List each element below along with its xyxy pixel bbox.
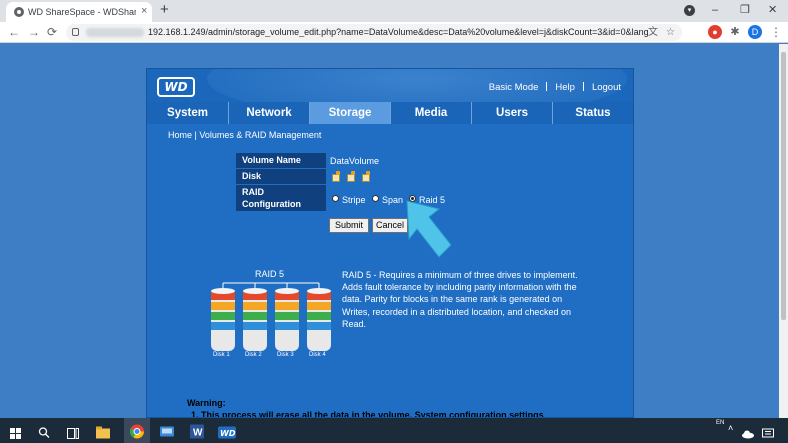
browser-tab-strip: WD ShareSpace - WDShareSpace × + ▾ – ❐ ✕ [0,0,788,22]
header-links: Basic Mode Help Logout [489,82,621,93]
url-text[interactable]: 192.168.1.249/admin/storage_volume_edit.… [148,27,648,37]
scrollbar-thumb[interactable] [781,52,786,320]
browser-toolbar: ← → ⟳ 192.168.1.249/admin/storage_volume… [0,22,788,43]
disk-cylinder [275,288,299,351]
stripe-option-label[interactable]: Stripe [342,195,366,205]
browser-menu-icon[interactable]: ⋮ [770,24,782,40]
minimize-button[interactable]: – [712,2,718,18]
disk-label: Disk [236,169,326,185]
disk-caption: Disk 1 [213,352,230,358]
basic-mode-link[interactable]: Basic Mode [489,82,539,93]
blurred-hostname [86,28,144,37]
tab-storage[interactable]: Storage [310,102,391,124]
raid-label-line: RAID [242,187,264,197]
warning-item: 1. This process will erase all the data … [191,410,544,418]
disk-caption: Disk 3 [277,352,294,358]
pointer-arrow-icon [406,200,452,258]
disk-icon [332,171,340,182]
disk-cylinder [211,288,235,351]
notification-icon[interactable] [762,425,774,442]
raid-config-label: RAID Configuration [236,185,326,212]
chrome-icon[interactable] [130,423,144,440]
address-bar[interactable]: 192.168.1.249/admin/storage_volume_edit.… [66,24,682,41]
tab-title: WD ShareSpace - WDShareSpace [28,7,136,17]
warning-title: Warning: [187,398,226,408]
tab-close-icon[interactable]: × [141,5,147,17]
onedrive-cloud-icon[interactable] [742,426,754,443]
forward-button[interactable]: → [28,24,40,40]
volume-name-label: Volume Name [236,153,326,169]
adblock-extension-icon[interactable]: ● [708,25,722,39]
raid-label-line: Configuration [242,198,301,209]
messaging-app-icon[interactable] [160,424,174,441]
new-tab-button[interactable]: + [160,1,169,19]
volume-name-value: DataVolume [330,156,380,166]
disk-caption: Disk 2 [245,352,262,358]
tab-media[interactable]: Media [391,102,472,124]
breadcrumb[interactable]: Home | Volumes & RAID Management [168,130,321,140]
tray-chevron-icon[interactable]: ˄ [728,423,733,433]
globe-icon [14,7,24,17]
browser-tab[interactable]: WD ShareSpace - WDShareSpace × [6,2,152,22]
tab-status[interactable]: Status [553,102,633,124]
tab-system[interactable]: System [147,102,229,124]
disk-icon [362,171,370,182]
main-nav: System Network Storage Media Users Statu… [147,102,633,124]
stripe-radio[interactable] [332,195,339,202]
tab-search-icon[interactable]: ▾ [684,5,695,16]
lock-icon[interactable] [72,28,79,36]
disk-cylinder [307,288,331,351]
wd-app-icon[interactable]: WD [218,424,236,441]
window-close-button[interactable]: ✕ [768,2,777,18]
divider [546,82,548,91]
search-icon[interactable] [38,424,50,441]
svg-text:W: W [193,428,203,439]
tab-network[interactable]: Network [229,102,310,124]
raid-description: RAID 5 - Requires a minimum of three dri… [342,270,578,329]
profile-avatar[interactable]: D [748,25,762,39]
back-button[interactable]: ← [8,24,20,40]
raid-diagram-title: RAID 5 [255,269,285,279]
disk-caption: Disk 4 [309,352,326,358]
divider [582,82,584,91]
help-link[interactable]: Help [555,82,575,93]
submit-button[interactable]: Submit [329,218,369,233]
wd-header: WD Basic Mode Help Logout [147,69,633,119]
input-language[interactable]: EN [716,420,724,426]
bookmark-star-icon[interactable]: ☆ [666,26,675,39]
span-radio[interactable] [372,195,379,202]
task-view-icon[interactable] [67,425,79,442]
logout-link[interactable]: Logout [592,82,621,93]
reload-button[interactable]: ⟳ [47,24,57,40]
svg-text:WD: WD [220,429,236,438]
windows-taskbar: W WD EN ˄ [0,418,788,443]
wd-admin-panel: WD Basic Mode Help Logout System Network S… [146,68,634,418]
extensions-puzzle-icon[interactable]: ✱ [728,25,742,39]
word-icon[interactable]: W [190,423,204,440]
wd-logo: WD [157,77,195,97]
restore-button[interactable]: ❐ [740,2,750,18]
tab-users[interactable]: Users [472,102,553,124]
translate-icon[interactable]: 文 [648,26,658,39]
disk-cylinder [243,288,267,351]
disk-icon [347,171,355,182]
file-explorer-icon[interactable] [96,424,110,441]
windows-start-icon[interactable] [10,425,21,442]
